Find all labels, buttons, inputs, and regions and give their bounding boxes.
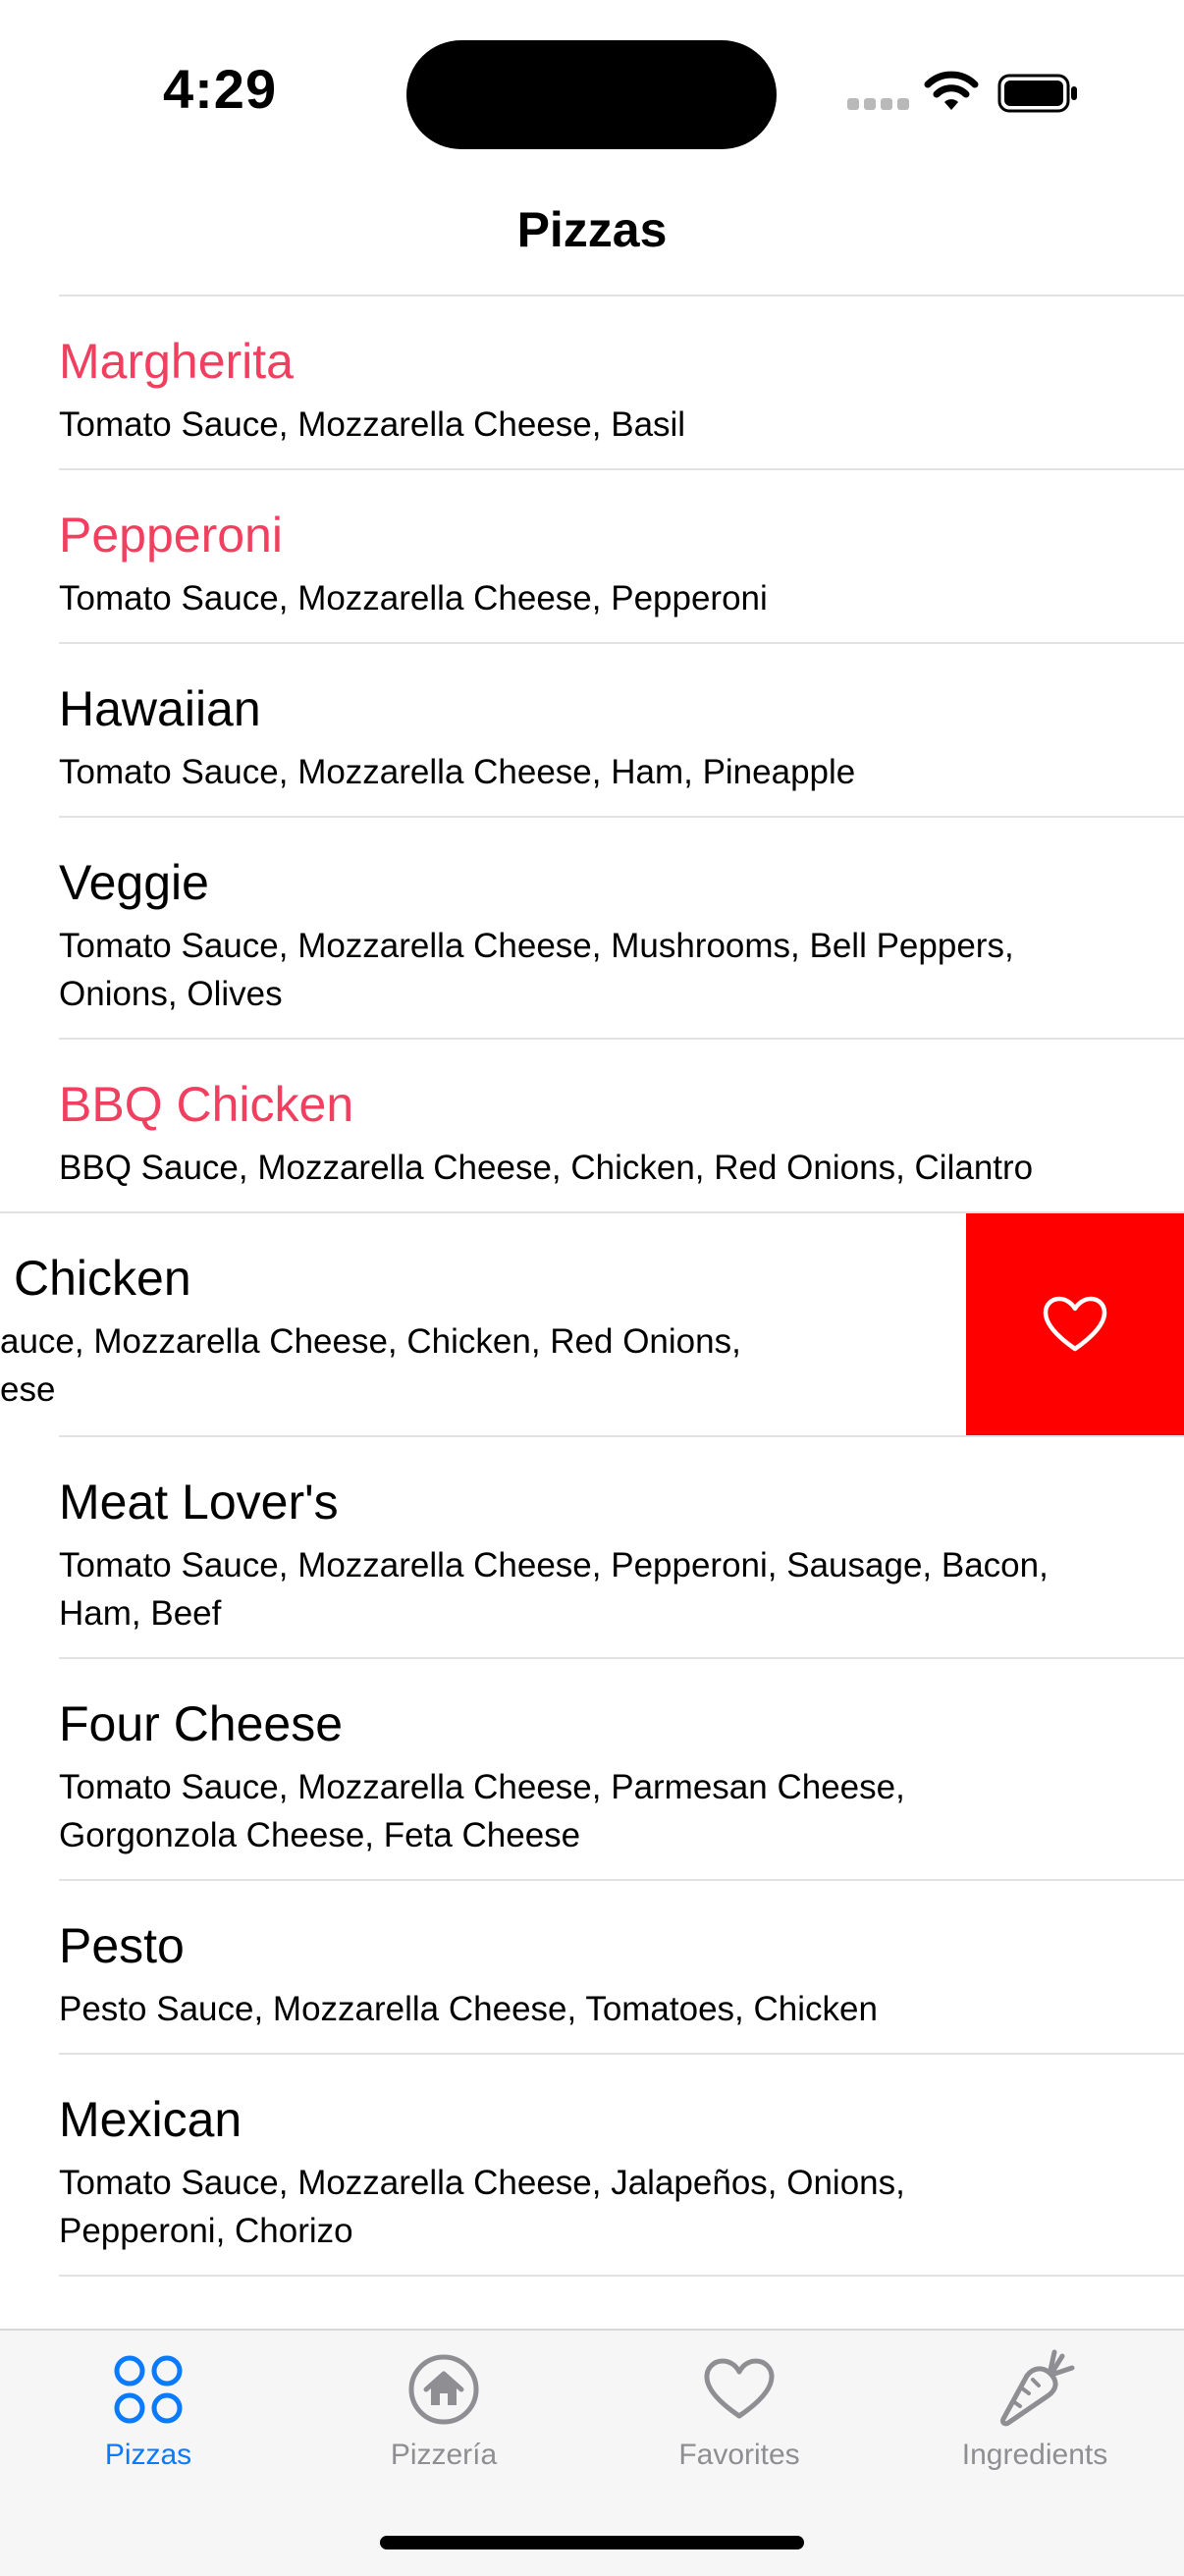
pizza-name: BBQ Chicken	[59, 1077, 354, 1132]
list-item-mexican[interactable]: Mexican Tomato Sauce, Mozzarella Cheese,…	[59, 2053, 1184, 2275]
tab-pizzeria[interactable]: Pizzería	[316, 2348, 571, 2472]
tab-pizzas[interactable]: Pizzas	[21, 2348, 276, 2472]
page-title: Pizzas	[516, 202, 668, 257]
pizza-ingredients-line2: ese	[0, 1370, 56, 1409]
pizza-name: Mexican	[59, 2092, 242, 2147]
pizza-ingredients: Tomato Sauce, Mozzarella Cheese, Jalapeñ…	[59, 2164, 905, 2250]
pizza-ingredients: Tomato Sauce, Mozzarella Cheese, Mushroo…	[59, 927, 1014, 1013]
list-item-hawaiian[interactable]: Hawaiian Tomato Sauce, Mozzarella Cheese…	[59, 642, 1184, 816]
pizza-ingredients: Pesto Sauce, Mozzarella Cheese, Tomatoes…	[59, 1990, 878, 2028]
pizza-ingredients-line1: auce, Mozzarella Cheese, Chicken, Red On…	[0, 1322, 741, 1361]
pizza-ingredients: BBQ Sauce, Mozzarella Cheese, Chicken, R…	[59, 1149, 1034, 1187]
pizza-ingredients: Tomato Sauce, Mozzarella Cheese, Parmesa…	[59, 1768, 905, 1854]
pizza-ingredients: Tomato Sauce, Mozzarella Cheese, Basil	[59, 405, 686, 444]
tab-label: Pizzería	[390, 2439, 498, 2471]
list-item-four-cheese[interactable]: Four Cheese Tomato Sauce, Mozzarella Che…	[59, 1657, 1184, 1879]
heart-icon	[704, 2358, 775, 2419]
status-time: 4:29	[163, 58, 278, 120]
home-indicator[interactable]	[380, 2536, 804, 2549]
list-item-pepperoni[interactable]: Pepperoni Tomato Sauce, Mozzarella Chees…	[59, 468, 1184, 642]
pizzas-grid-icon	[114, 2355, 183, 2424]
tab-label: Favorites	[678, 2439, 800, 2471]
list-item-margherita[interactable]: Margherita Tomato Sauce, Mozzarella Chee…	[59, 295, 1184, 468]
pizza-name: Hawaiian	[59, 681, 261, 736]
pizza-name: Pesto	[59, 1918, 185, 1973]
pizza-name: Meat Lover's	[59, 1475, 339, 1530]
favorite-swipe-button[interactable]	[966, 1213, 1184, 1435]
pizza-name: Four Cheese	[59, 1696, 344, 1751]
pizza-ingredients: Tomato Sauce, Mozzarella Cheese, Ham, Pi…	[59, 753, 856, 791]
wifi-icon	[924, 71, 979, 110]
pizza-ingredients: Tomato Sauce, Mozzarella Cheese, Peppero…	[59, 579, 768, 617]
list-item-meat-lovers[interactable]: Meat Lover's Tomato Sauce, Mozzarella Ch…	[59, 1435, 1184, 1657]
list-item-swiped-chicken[interactable]: Chicken auce, Mozzarella Cheese, Chicken…	[0, 1211, 1184, 1435]
pizza-name: Veggie	[59, 855, 209, 910]
home-icon	[408, 2354, 479, 2425]
list-item-pesto[interactable]: Pesto Pesto Sauce, Mozzarella Cheese, To…	[59, 1879, 1184, 2053]
battery-icon	[997, 74, 1077, 113]
tab-ingredients[interactable]: Ingredients	[907, 2348, 1162, 2472]
list-divider	[59, 2275, 1184, 2277]
pizza-ingredients: auce, Mozzarella Cheese, Chicken, Red On…	[0, 1317, 884, 1414]
carrot-icon	[1000, 2349, 1075, 2427]
tab-favorites[interactable]: Favorites	[612, 2348, 867, 2472]
dynamic-island	[406, 40, 777, 149]
list-item-veggie[interactable]: Veggie Tomato Sauce, Mozzarella Cheese, …	[59, 816, 1184, 1038]
pizza-name: Pepperoni	[59, 508, 283, 563]
list-item-bbq-chicken[interactable]: BBQ Chicken BBQ Sauce, Mozzarella Cheese…	[59, 1038, 1184, 1211]
pizza-name: Margherita	[59, 334, 294, 389]
tab-label: Pizzas	[104, 2439, 192, 2471]
tab-label: Ingredients	[961, 2439, 1108, 2471]
pizza-list: Margherita Tomato Sauce, Mozzarella Chee…	[0, 295, 1184, 2277]
heart-icon	[1043, 1296, 1107, 1352]
pizza-ingredients: Tomato Sauce, Mozzarella Cheese, Peppero…	[59, 1546, 1049, 1633]
cellular-signal-icon	[847, 98, 909, 110]
